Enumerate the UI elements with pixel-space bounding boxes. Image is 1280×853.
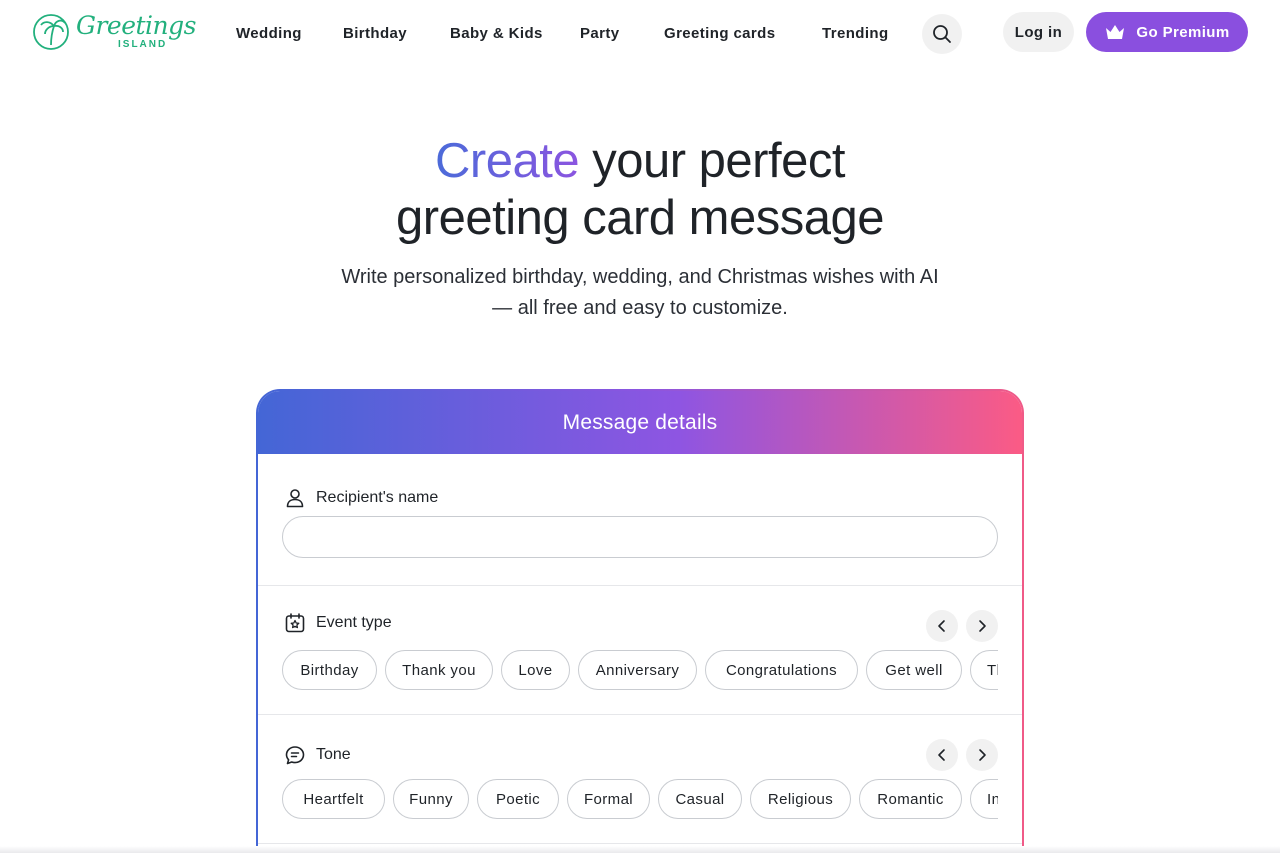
tone-chip-formal[interactable]: Formal bbox=[567, 779, 650, 819]
event-type-prev-button[interactable] bbox=[926, 610, 958, 642]
section-divider bbox=[258, 843, 1022, 844]
tone-chip-funny[interactable]: Funny bbox=[393, 779, 469, 819]
tone-chip-inspirational[interactable]: Inspirational bbox=[970, 779, 998, 819]
recipient-label: Recipient's name bbox=[284, 487, 438, 509]
palm-tree-logo-icon bbox=[33, 14, 69, 50]
page-subtitle: Write personalized birthday, wedding, an… bbox=[341, 266, 939, 319]
go-premium-button[interactable]: Go Premium bbox=[1086, 12, 1248, 52]
tone-next-button[interactable] bbox=[966, 739, 998, 771]
greetings-island-logo[interactable]: Greetings ISLAND bbox=[32, 11, 197, 52]
nav-item-greeting-cards[interactable]: Greeting cards bbox=[664, 25, 775, 42]
tone-chip-casual[interactable]: Casual bbox=[658, 779, 742, 819]
tone-carousel-controls bbox=[926, 739, 998, 771]
title-highlight: Create bbox=[435, 134, 580, 188]
nav-item-baby-kids[interactable]: Baby & Kids bbox=[450, 25, 543, 42]
event-chip-get-well[interactable]: Get well bbox=[866, 650, 962, 690]
chevron-right-icon bbox=[979, 620, 986, 632]
event-chip-love[interactable]: Love bbox=[501, 650, 570, 690]
sticky-bar-shadow bbox=[0, 846, 1280, 853]
chevron-left-icon bbox=[938, 620, 945, 632]
nav-item-birthday[interactable]: Birthday bbox=[343, 25, 407, 42]
calendar-star-icon bbox=[285, 613, 305, 633]
event-type-label-text: Event type bbox=[316, 614, 392, 631]
nav-item-trending[interactable]: Trending bbox=[822, 25, 889, 42]
event-chip-birthday[interactable]: Birthday bbox=[282, 650, 377, 690]
event-type-options: Birthday Thank you Love Anniversary Cong… bbox=[282, 650, 998, 690]
section-divider bbox=[258, 585, 1022, 586]
tone-options: Heartfelt Funny Poetic Formal Casual Rel… bbox=[282, 779, 998, 819]
user-icon bbox=[286, 489, 304, 508]
go-premium-label: Go Premium bbox=[1136, 23, 1230, 41]
message-details-card: Message details Recipient's name Event t… bbox=[256, 389, 1024, 853]
chat-bubble-icon bbox=[285, 746, 305, 765]
search-icon bbox=[933, 25, 951, 43]
tone-label-text: Tone bbox=[316, 746, 351, 763]
page-title: Create your perfect greeting card messag… bbox=[0, 133, 1280, 247]
recipient-label-text: Recipient's name bbox=[316, 489, 439, 506]
event-type-label: Event type bbox=[284, 612, 392, 634]
nav-item-wedding[interactable]: Wedding bbox=[236, 25, 302, 42]
event-type-next-button[interactable] bbox=[966, 610, 998, 642]
nav-item-party[interactable]: Party bbox=[580, 25, 620, 42]
tone-chip-heartfelt[interactable]: Heartfelt bbox=[282, 779, 385, 819]
event-type-carousel-controls bbox=[926, 610, 998, 642]
login-button[interactable]: Log in bbox=[1003, 12, 1074, 52]
tone-chip-poetic[interactable]: Poetic bbox=[477, 779, 559, 819]
card-header: Message details bbox=[258, 391, 1022, 454]
logo-text: Greetings ISLAND bbox=[76, 11, 197, 51]
site-header: Greetings ISLAND Wedding Birthday Baby &… bbox=[0, 0, 1280, 68]
logo-script: Greetings bbox=[76, 11, 197, 40]
tone-chip-romantic[interactable]: Romantic bbox=[859, 779, 962, 819]
event-chip-thank-you[interactable]: Thank you bbox=[385, 650, 493, 690]
chevron-right-icon bbox=[979, 749, 986, 761]
tone-label: Tone bbox=[284, 744, 351, 766]
tone-chip-religious[interactable]: Religious bbox=[750, 779, 851, 819]
tone-prev-button[interactable] bbox=[926, 739, 958, 771]
title-line1-rest: your perfect bbox=[579, 134, 845, 188]
crown-icon bbox=[1106, 25, 1125, 39]
logo-sub: ISLAND bbox=[118, 39, 168, 50]
section-divider bbox=[258, 714, 1022, 715]
title-line2: greeting card message bbox=[396, 191, 884, 245]
recipient-name-input[interactable] bbox=[282, 516, 998, 558]
search-button[interactable] bbox=[922, 14, 962, 54]
event-chip-congratulations[interactable]: Congratulations bbox=[705, 650, 858, 690]
event-chip-anniversary[interactable]: Anniversary bbox=[578, 650, 697, 690]
chevron-left-icon bbox=[938, 749, 945, 761]
event-chip-thinking-of-you[interactable]: Thinking of you bbox=[970, 650, 998, 690]
